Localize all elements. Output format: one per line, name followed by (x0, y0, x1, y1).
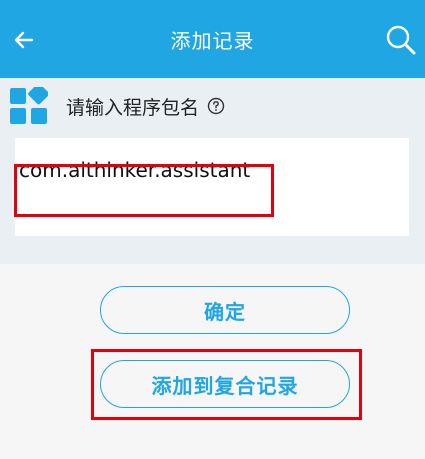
apps-icon (10, 87, 48, 124)
search-icon (386, 25, 416, 55)
search-button[interactable] (383, 22, 419, 58)
help-icon[interactable] (207, 97, 225, 115)
highlight-box-add-button (91, 349, 362, 420)
package-name-label: 请输入程序包名 (66, 96, 200, 119)
back-arrow-icon (14, 31, 34, 49)
page-title: 添加记录 (170, 28, 255, 53)
app-root: 添加记录 请输入程序包名 com.aithinker.assistant 确定 … (0, 0, 425, 459)
top-app-bar: 添加记录 (0, 0, 425, 78)
highlight-box-input (14, 164, 274, 217)
back-button[interactable] (8, 24, 40, 56)
package-label-row: 请输入程序包名 (10, 86, 225, 126)
confirm-button[interactable]: 确定 (100, 286, 350, 334)
